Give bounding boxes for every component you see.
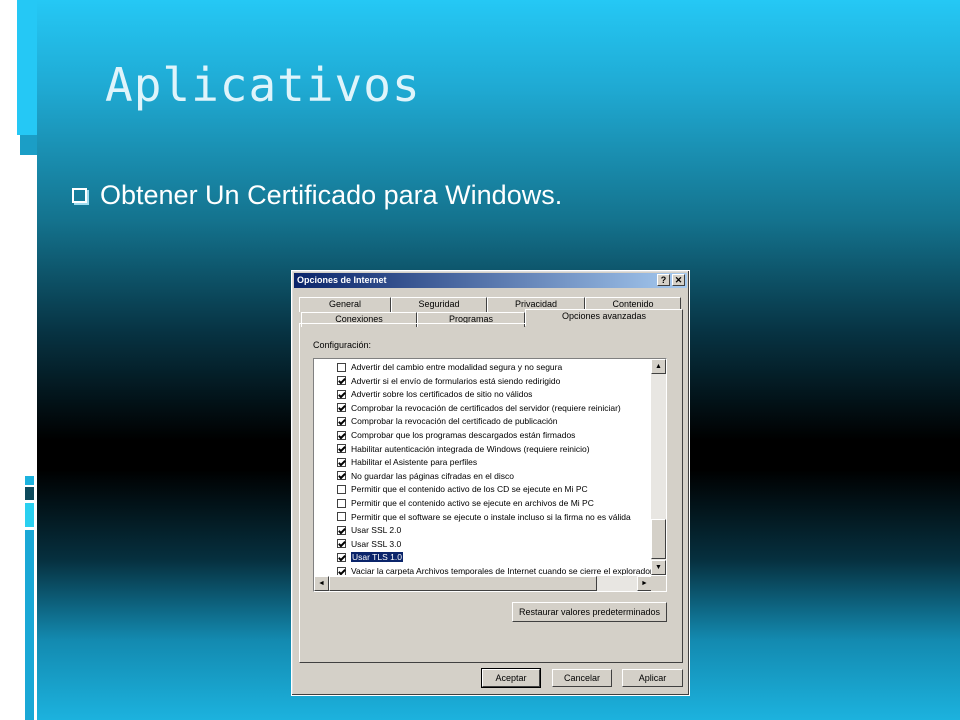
cancel-button[interactable]: Cancelar xyxy=(552,669,612,687)
dialog-title: Opciones de Internet xyxy=(297,275,387,285)
help-button[interactable]: ? xyxy=(657,274,670,286)
option-checkbox[interactable] xyxy=(337,512,346,522)
list-item[interactable]: Permitir que el contenido activo se ejec… xyxy=(314,497,594,509)
list-item[interactable]: Comprobar la revocación de certificados … xyxy=(314,402,621,414)
option-checkbox[interactable] xyxy=(337,566,346,575)
bullet-row: Obtener Un Certificado para Windows. xyxy=(72,180,562,211)
option-checkbox[interactable] xyxy=(337,376,346,386)
deco-block-top xyxy=(17,0,37,135)
list-item[interactable]: Usar SSL 3.0 xyxy=(314,538,401,550)
scroll-up-button[interactable]: ▲ xyxy=(651,359,666,374)
option-label: Usar TLS 1.0 xyxy=(350,551,404,564)
vertical-scrollbar[interactable]: ▲ ▼ xyxy=(651,359,666,575)
settings-list: Advertir del cambio entre modalidad segu… xyxy=(314,359,652,575)
option-checkbox[interactable] xyxy=(337,525,346,535)
option-checkbox[interactable] xyxy=(337,389,346,399)
bullet-text: Obtener Un Certificado para Windows. xyxy=(100,180,563,210)
tab-general[interactable]: General xyxy=(299,297,391,312)
option-label: Habilitar autenticación integrada de Win… xyxy=(351,443,590,454)
list-item[interactable]: Habilitar autenticación integrada de Win… xyxy=(314,443,590,455)
option-checkbox[interactable] xyxy=(337,484,346,494)
deco-block-dark xyxy=(20,135,37,155)
list-item[interactable]: Comprobar que los programas descargados … xyxy=(314,429,575,441)
list-item[interactable]: Advertir si el envío de formularios está… xyxy=(314,375,560,387)
restore-defaults-button[interactable]: Restaurar valores predeterminados xyxy=(512,602,667,622)
option-checkbox[interactable] xyxy=(337,430,346,440)
option-checkbox[interactable] xyxy=(337,457,346,467)
list-item[interactable]: Comprobar la revocación del certificado … xyxy=(314,415,557,427)
option-label: Advertir sobre los certificados de sitio… xyxy=(351,389,533,400)
list-item[interactable]: Habilitar el Asistente para perfiles xyxy=(314,456,477,468)
list-item[interactable]: No guardar las páginas cifradas en el di… xyxy=(314,470,514,482)
option-checkbox[interactable] xyxy=(337,403,346,413)
scroll-right-button[interactable]: ► xyxy=(637,576,652,591)
option-checkbox[interactable] xyxy=(337,471,346,481)
checkbox-bullet-icon xyxy=(72,188,87,203)
option-label: Permitir que el contenido activo se ejec… xyxy=(351,498,594,508)
scroll-corner xyxy=(651,576,666,591)
horizontal-scroll-thumb[interactable] xyxy=(329,576,597,591)
option-label: Comprobar la revocación de certificados … xyxy=(351,402,621,413)
vertical-scroll-thumb[interactable] xyxy=(651,519,666,559)
option-label: Usar SSL 2.0 xyxy=(351,525,402,536)
option-label: Usar SSL 3.0 xyxy=(351,538,402,549)
option-label: Comprobar que los programas descargados … xyxy=(351,430,576,440)
option-checkbox[interactable] xyxy=(337,416,346,426)
option-label: Advertir del cambio entre modalidad segu… xyxy=(351,362,563,372)
list-item[interactable]: Vaciar la carpeta Archivos temporales de… xyxy=(314,565,652,575)
settings-listbox[interactable]: Advertir del cambio entre modalidad segu… xyxy=(313,358,667,592)
option-checkbox[interactable] xyxy=(337,539,346,549)
list-item[interactable]: Permitir que el contenido activo de los … xyxy=(314,483,588,495)
list-item[interactable]: Permitir que el software se ejecute o in… xyxy=(314,511,631,523)
option-checkbox[interactable] xyxy=(337,444,346,454)
dialog-titlebar[interactable]: Opciones de Internet ? ✕ xyxy=(294,273,687,288)
scroll-down-button[interactable]: ▼ xyxy=(651,560,666,575)
ok-button[interactable]: Aceptar xyxy=(481,668,541,688)
option-checkbox[interactable] xyxy=(337,552,346,562)
deco-strip xyxy=(25,530,34,720)
scroll-left-button[interactable]: ◄ xyxy=(314,576,329,591)
list-item[interactable]: Advertir del cambio entre modalidad segu… xyxy=(314,361,562,373)
option-label: Advertir si el envío de formularios está… xyxy=(351,375,561,386)
option-label: Permitir que el software se ejecute o in… xyxy=(351,511,631,522)
option-label: No guardar las páginas cifradas en el di… xyxy=(351,470,515,481)
option-label: Comprobar la revocación del certificado … xyxy=(351,416,558,427)
option-checkbox[interactable] xyxy=(337,498,346,508)
slide-title: Aplicativos xyxy=(105,58,421,112)
tab-seguridad[interactable]: Seguridad xyxy=(391,297,487,312)
list-item[interactable]: Usar SSL 2.0 xyxy=(314,524,401,536)
deco-square-1 xyxy=(25,476,34,485)
list-item[interactable]: Advertir sobre los certificados de sitio… xyxy=(314,388,532,400)
internet-options-dialog: Opciones de Internet ? ✕ General Segurid… xyxy=(291,270,690,696)
apply-button[interactable]: Aplicar xyxy=(622,669,683,687)
option-checkbox[interactable] xyxy=(337,362,346,372)
tab-opciones-avanzadas[interactable]: Opciones avanzadas xyxy=(525,309,683,326)
deco-square-3 xyxy=(25,503,34,527)
option-label: Vaciar la carpeta Archivos temporales de… xyxy=(351,566,652,575)
horizontal-scrollbar[interactable]: ◄ ► xyxy=(314,576,652,591)
option-label: Habilitar el Asistente para perfiles xyxy=(351,457,478,468)
list-item[interactable]: Usar TLS 1.0 xyxy=(314,551,404,564)
deco-square-2 xyxy=(25,487,34,500)
config-label: Configuración: xyxy=(313,340,372,350)
close-button[interactable]: ✕ xyxy=(672,274,685,286)
option-label: Permitir que el contenido activo de los … xyxy=(351,484,588,495)
